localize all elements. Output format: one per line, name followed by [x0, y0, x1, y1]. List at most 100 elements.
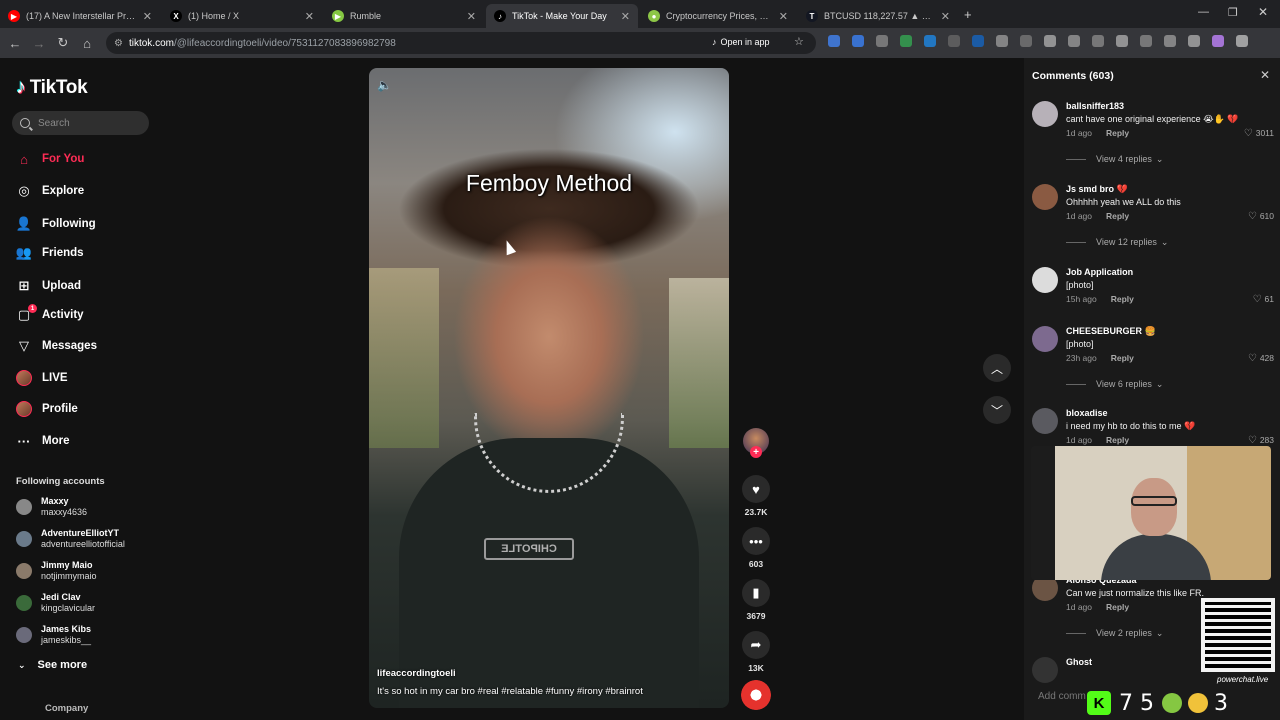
browser-tab[interactable]: ▶ Rumble ✕	[324, 4, 484, 28]
extension-icon[interactable]	[876, 35, 888, 47]
following-account[interactable]: Jedi Clav kingclavicular	[16, 590, 95, 616]
comment-like-button[interactable]: ♡ 283	[1248, 435, 1274, 446]
tab-close-icon[interactable]: ✕	[621, 10, 630, 23]
following-account[interactable]: Jimmy Maio notjimmymaio	[16, 558, 97, 584]
comment-username[interactable]: Js smd bro 💔	[1066, 184, 1128, 195]
reply-button[interactable]: Reply	[1111, 294, 1134, 304]
sidebar-item-upload[interactable]: ⊞ Upload	[16, 276, 81, 296]
comment-username[interactable]: bloxadise	[1066, 408, 1108, 418]
view-replies-button[interactable]: View 2 replies ⌄	[1066, 628, 1163, 639]
video-author[interactable]: lifeaccordingtoeli	[377, 668, 456, 679]
volume-icon[interactable]: 🔈	[377, 78, 392, 92]
reply-button[interactable]: Reply	[1106, 128, 1129, 138]
heart-icon[interactable]: ♥	[742, 475, 770, 503]
reply-button[interactable]: Reply	[1106, 211, 1129, 221]
tab-close-icon[interactable]: ✕	[941, 10, 950, 23]
comment-username[interactable]: Ghost	[1066, 657, 1092, 667]
extension-icon[interactable]	[1188, 35, 1200, 47]
sidebar-item-friends[interactable]: 👥 Friends	[16, 243, 84, 263]
sidebar-item-messages[interactable]: ▽ Messages	[16, 336, 97, 356]
video-player[interactable]: CHIPOTLE Femboy Method 🔈 lifeaccordingto…	[369, 68, 729, 708]
browser-tab[interactable]: X (1) Home / X ✕	[162, 4, 322, 28]
sidebar-item-following[interactable]: 👤 Following	[16, 214, 96, 234]
address-bar[interactable]: ⚙ tiktok.com/@lifeaccordingtoeli/video/7…	[106, 32, 816, 54]
tab-close-icon[interactable]: ✕	[467, 10, 476, 23]
window-close-button[interactable]: ✕	[1258, 5, 1268, 19]
share-arrow-icon[interactable]: ➦	[742, 631, 770, 659]
extension-icon[interactable]	[1020, 35, 1032, 47]
following-account[interactable]: AdventureElliotYT adventureelliotofficial	[16, 526, 125, 552]
reply-button[interactable]: Reply	[1111, 353, 1134, 363]
comment-username[interactable]: CHEESEBURGER 🍔	[1066, 326, 1156, 337]
tab-close-icon[interactable]: ✕	[305, 10, 314, 23]
like-action[interactable]: ♥ 23.7K	[742, 475, 770, 517]
tab-close-icon[interactable]: ✕	[779, 10, 788, 23]
following-account[interactable]: Maxxy maxxy4636	[16, 494, 87, 520]
bookmark-icon[interactable]: ▮	[742, 579, 770, 607]
view-replies-button[interactable]: View 6 replies ⌄	[1066, 379, 1163, 390]
comment-like-button[interactable]: ♡ 610	[1248, 211, 1274, 222]
reload-icon[interactable]: ↻	[54, 34, 72, 52]
extension-icon[interactable]	[1140, 35, 1152, 47]
back-arrow-icon[interactable]: ←	[6, 34, 24, 52]
save-action[interactable]: ▮ 3679	[742, 579, 770, 621]
browser-tab[interactable]: ● Cryptocurrency Prices, Charts, a ✕	[640, 4, 796, 28]
comment-action[interactable]: ••• 603	[742, 527, 770, 569]
site-info-icon[interactable]: ⚙	[114, 38, 123, 49]
comment-like-button[interactable]: ♡ 3011	[1244, 128, 1274, 139]
bookmark-star-icon[interactable]: ☆	[794, 35, 804, 48]
sidebar-item-live[interactable]: LIVE	[16, 368, 68, 388]
sidebar-item-more[interactable]: ··· More	[16, 431, 70, 451]
forward-arrow-icon[interactable]: →	[30, 34, 48, 52]
extension-icon[interactable]	[1212, 35, 1224, 47]
browser-tab[interactable]: ♪ TikTok - Make Your Day ✕	[486, 4, 638, 28]
sidebar-item-profile[interactable]: Profile	[16, 399, 78, 419]
sidebar-item-explore[interactable]: ◎ Explore	[16, 181, 84, 201]
home-icon[interactable]: ⌂	[78, 34, 96, 52]
comment-like-button[interactable]: ♡ 61	[1253, 294, 1274, 305]
extension-icon[interactable]	[924, 35, 936, 47]
browser-tab[interactable]: ▶ (17) A New Interstellar Propulsi ✕	[0, 4, 160, 28]
extension-icon[interactable]	[1044, 35, 1056, 47]
comment-avatar[interactable]	[1032, 267, 1058, 293]
extension-icon[interactable]	[1236, 35, 1248, 47]
share-action[interactable]: ➦ 13K	[742, 631, 770, 673]
extension-icon[interactable]	[1116, 35, 1128, 47]
comment-icon[interactable]: •••	[742, 527, 770, 555]
new-tab-button[interactable]: +	[964, 7, 972, 22]
extension-icon[interactable]	[1068, 35, 1080, 47]
comment-avatar[interactable]	[1032, 408, 1058, 434]
extension-icon[interactable]	[996, 35, 1008, 47]
sidebar-item-activity[interactable]: ▢ 1 Activity	[16, 304, 84, 325]
window-minimize-button[interactable]: —	[1198, 6, 1209, 18]
sidebar-item-for-you[interactable]: ⌂ For You	[16, 149, 84, 169]
comment-username[interactable]: ballsniffer183	[1066, 101, 1124, 111]
company-link[interactable]: Company	[45, 703, 88, 714]
extension-icon[interactable]	[1164, 35, 1176, 47]
comment-avatar[interactable]	[1032, 657, 1058, 683]
music-disc-icon[interactable]	[741, 680, 771, 710]
window-restore-button[interactable]: ❐	[1228, 6, 1238, 19]
extension-icon[interactable]	[1092, 35, 1104, 47]
reply-button[interactable]: Reply	[1106, 602, 1129, 612]
extension-icon[interactable]	[828, 35, 840, 47]
close-icon[interactable]: ✕	[1260, 68, 1270, 82]
extension-icon[interactable]	[852, 35, 864, 47]
extension-icon[interactable]	[948, 35, 960, 47]
comment-avatar[interactable]	[1032, 184, 1058, 210]
view-replies-button[interactable]: View 12 replies ⌄	[1066, 237, 1168, 248]
extension-icon[interactable]	[900, 35, 912, 47]
previous-video-button[interactable]: ︿	[983, 354, 1011, 382]
open-in-app-button[interactable]: ♪ Open in app	[712, 34, 770, 50]
comment-like-button[interactable]: ♡ 428	[1248, 353, 1274, 364]
search-input[interactable]: Search	[12, 111, 149, 135]
tab-close-icon[interactable]: ✕	[143, 10, 152, 23]
comment-avatar[interactable]	[1032, 326, 1058, 352]
extension-icon[interactable]	[972, 35, 984, 47]
reply-button[interactable]: Reply	[1106, 435, 1129, 445]
browser-tab[interactable]: T BTCUSD 118,227.57 ▲ +0.21% ✕	[798, 4, 958, 28]
view-replies-button[interactable]: View 4 replies ⌄	[1066, 154, 1163, 165]
next-video-button[interactable]: ﹀	[983, 396, 1011, 424]
see-more-button[interactable]: ⌄ See more	[18, 659, 87, 671]
following-account[interactable]: James Kibs jameskibs__	[16, 622, 91, 648]
